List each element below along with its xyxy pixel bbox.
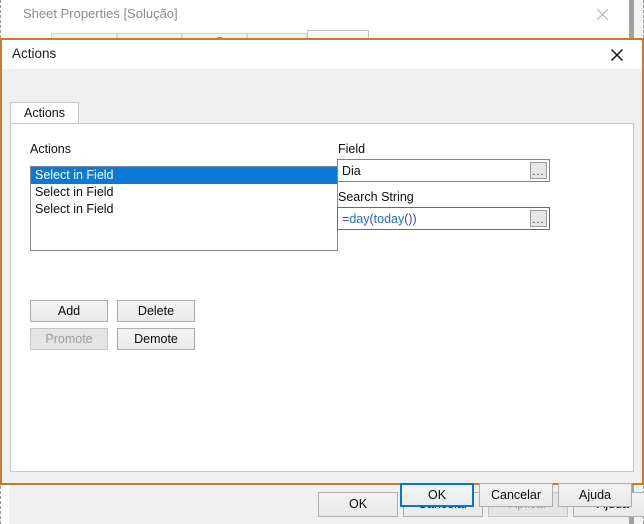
field-input-value: Dia: [342, 164, 361, 178]
actions-dialog: Actions Actions Actions Select in Field …: [0, 38, 644, 507]
delete-button[interactable]: Delete: [117, 300, 195, 322]
actions-listbox[interactable]: Select in Field Select in Field Select i…: [30, 166, 338, 251]
field-label: Field: [338, 142, 366, 156]
search-string-value: =day(today()): [342, 212, 417, 226]
close-icon: [596, 8, 608, 21]
demote-button[interactable]: Demote: [117, 328, 195, 350]
add-button[interactable]: Add: [30, 300, 108, 322]
tab-actions[interactable]: Actions: [10, 102, 79, 124]
tab-actions-label: Actions: [24, 106, 65, 120]
actions-titlebar[interactable]: Actions: [2, 40, 642, 69]
promote-button: Promote: [30, 328, 108, 350]
field-browse-button[interactable]: ...: [530, 162, 547, 179]
parent-ok-button[interactable]: OK: [318, 492, 398, 517]
actions-cancel-button[interactable]: Cancelar: [479, 483, 553, 507]
actions-ok-button[interactable]: OK: [400, 483, 474, 507]
list-item[interactable]: Select in Field: [31, 167, 337, 184]
actions-tab-page: Actions Select in Field Select in Field …: [10, 123, 634, 472]
field-input[interactable]: Dia ...: [337, 159, 550, 182]
parent-window-title: Sheet Properties [Solução]: [23, 6, 178, 21]
actions-close-button[interactable]: [596, 40, 638, 69]
actions-group-label: Actions: [30, 142, 71, 156]
search-string-browse-button[interactable]: ...: [530, 210, 547, 227]
actions-help-button[interactable]: Ajuda: [558, 483, 632, 507]
actions-dialog-body: Actions Actions Select in Field Select i…: [2, 69, 642, 507]
actions-tab-strip: Actions: [10, 102, 634, 124]
search-string-input[interactable]: =day(today()) ...: [337, 207, 550, 230]
list-item[interactable]: Select in Field: [31, 184, 337, 201]
list-item[interactable]: Select in Field: [31, 201, 337, 218]
search-string-label: Search String: [338, 190, 414, 204]
close-icon: [610, 48, 624, 61]
parent-titlebar[interactable]: Sheet Properties [Solução]: [9, 0, 629, 30]
actions-dialog-title: Actions: [12, 46, 57, 61]
parent-close-button[interactable]: [581, 0, 623, 29]
